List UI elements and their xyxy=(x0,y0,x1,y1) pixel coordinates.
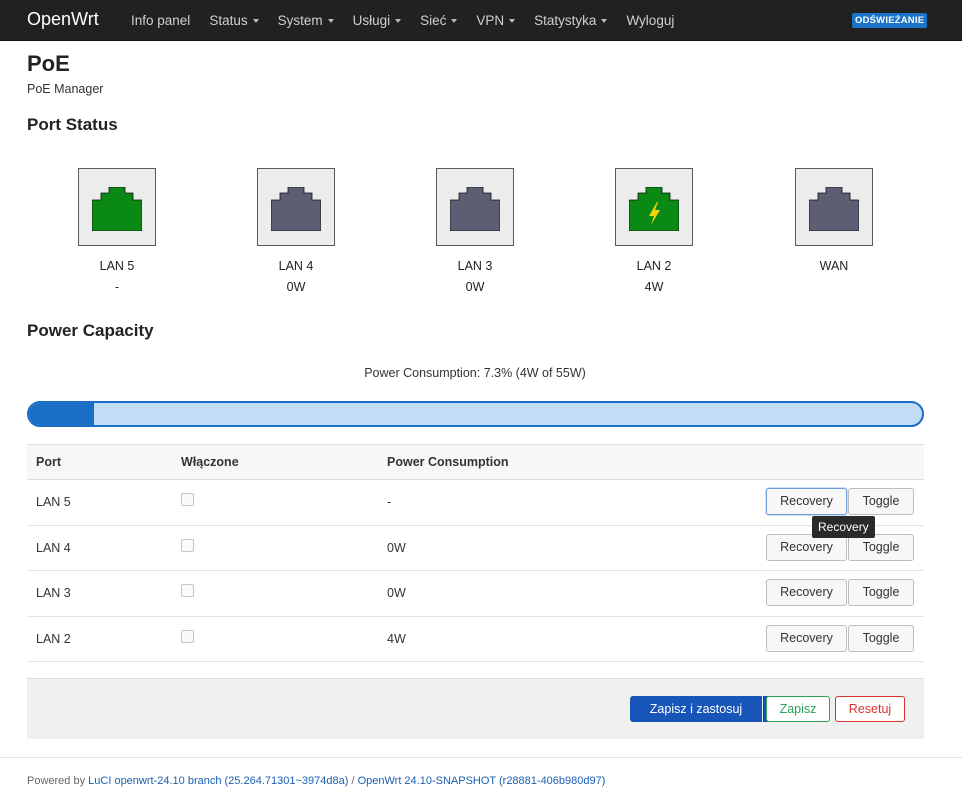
row-consumption: 0W xyxy=(387,586,406,600)
row-consumption: 0W xyxy=(387,540,406,555)
enabled-checkbox[interactable] xyxy=(181,538,194,552)
nav-logout[interactable]: Wyloguj xyxy=(626,13,674,28)
port-power: 4W xyxy=(644,280,664,294)
nav-network[interactable]: Sieć xyxy=(420,13,458,28)
power-progress-bar xyxy=(27,401,924,427)
port-name: LAN 5 xyxy=(99,259,135,273)
row-port: LAN 3 xyxy=(36,586,71,600)
ethernet-port-icon xyxy=(809,187,859,231)
power-capacity-heading: Power Capacity xyxy=(27,321,154,340)
table-row: LAN 4 0W Recovery Toggle xyxy=(27,526,924,571)
port-box xyxy=(795,168,873,246)
port-name: LAN 4 xyxy=(278,259,314,273)
port-power xyxy=(794,280,874,294)
save-apply-button[interactable]: Zapisz i zastosuj xyxy=(630,696,762,722)
page-title: PoE xyxy=(27,51,70,76)
recovery-button[interactable]: Recovery xyxy=(766,579,847,606)
port-lan3: LAN 3 0W xyxy=(435,168,515,294)
save-button[interactable]: Zapisz xyxy=(766,696,830,722)
nav-statistics[interactable]: Statystyka xyxy=(534,13,608,28)
port-lan2: LAN 2 4W xyxy=(614,168,694,294)
nav-label: Statystyka xyxy=(534,13,597,28)
nav-status[interactable]: Status xyxy=(209,13,259,28)
header-port: Port xyxy=(36,455,61,469)
luci-link[interactable]: LuCI openwrt-24.10 branch (25.264.71301~… xyxy=(88,775,348,787)
port-box xyxy=(257,168,335,246)
caret-down-icon xyxy=(395,19,402,23)
page-description: PoE Manager xyxy=(27,82,104,96)
ethernet-port-poe-icon xyxy=(629,187,679,231)
power-consumption-text: Power Consumption: 7.3% (4W of 55W) xyxy=(364,366,586,380)
port-name: LAN 3 xyxy=(457,259,493,273)
nav-info-panel[interactable]: Info panel xyxy=(131,13,190,28)
nav-services[interactable]: Usługi xyxy=(353,13,402,28)
port-box xyxy=(436,168,514,246)
caret-down-icon xyxy=(509,19,516,23)
caret-down-icon xyxy=(327,19,334,23)
openwrt-link[interactable]: OpenWrt 24.10-SNAPSHOT (r28881-406b980d9… xyxy=(358,775,606,787)
nav-label: Usługi xyxy=(352,13,391,28)
port-lan5: LAN 5 - xyxy=(77,168,157,294)
nav-label: Status xyxy=(209,13,248,28)
form-actions: Zapisz i zastosuj Zapisz Resetuj xyxy=(27,678,924,739)
caret-down-icon xyxy=(601,19,608,23)
header-enabled: Włączone xyxy=(181,455,239,469)
ethernet-port-icon xyxy=(450,187,500,231)
port-name: WAN xyxy=(819,259,849,273)
port-name: LAN 2 xyxy=(636,259,672,273)
port-wan: WAN xyxy=(794,168,874,294)
toggle-button[interactable]: Toggle xyxy=(848,579,914,606)
recovery-button[interactable]: Recovery xyxy=(766,624,847,652)
nav-label: VPN xyxy=(476,13,505,28)
port-power: - xyxy=(114,280,120,294)
enabled-checkbox[interactable] xyxy=(181,584,194,597)
caret-down-icon xyxy=(252,19,259,23)
table-row: LAN 2 4W Recovery Toggle xyxy=(27,617,924,662)
top-navbar: OpenWrt Info panel Status System Usługi … xyxy=(0,0,962,41)
toggle-button[interactable]: Toggle xyxy=(848,624,914,652)
caret-down-icon xyxy=(451,19,458,23)
recovery-tooltip: Recovery xyxy=(812,516,875,538)
port-status-heading: Port Status xyxy=(27,115,118,134)
enabled-checkbox[interactable] xyxy=(181,493,194,506)
nav-label: Info panel xyxy=(131,13,191,28)
toggle-button[interactable]: Toggle xyxy=(848,488,914,515)
row-port: LAN 2 xyxy=(36,631,71,646)
header-power-consumption: Power Consumption xyxy=(387,455,509,469)
power-progress-fill xyxy=(29,403,95,425)
ethernet-port-icon xyxy=(92,187,142,231)
port-power: 0W xyxy=(465,280,485,294)
footer-separator: / xyxy=(348,775,358,787)
brand-logo[interactable]: OpenWrt xyxy=(27,9,99,30)
nav-vpn[interactable]: VPN xyxy=(476,13,516,28)
port-lan4: LAN 4 0W xyxy=(256,168,336,294)
nav-system[interactable]: System xyxy=(278,13,334,28)
row-consumption: 4W xyxy=(387,631,406,646)
page-footer: Powered by LuCI openwrt-24.10 branch (25… xyxy=(27,775,605,787)
row-consumption: - xyxy=(387,495,392,509)
table-row: LAN 5 - Recovery Toggle xyxy=(27,480,924,526)
enabled-checkbox[interactable] xyxy=(181,629,194,643)
recovery-button[interactable]: Recovery xyxy=(766,488,847,515)
poe-ports-table: Port Włączone Power Consumption LAN 5 - … xyxy=(27,444,924,662)
footer-prefix: Powered by xyxy=(27,775,89,787)
reset-button[interactable]: Resetuj xyxy=(835,696,905,722)
row-port: LAN 4 xyxy=(36,540,71,555)
refresh-badge[interactable]: ODŚWIEŻANIE xyxy=(852,13,928,28)
footer-divider xyxy=(0,757,962,758)
row-port: LAN 5 xyxy=(36,495,71,509)
nav-label: Sieć xyxy=(420,13,447,28)
nav-label: System xyxy=(277,13,323,28)
ethernet-port-icon xyxy=(271,187,321,231)
table-row: LAN 3 0W Recovery Toggle xyxy=(27,571,924,617)
main-menu: Info panel Status System Usługi Sieć VPN… xyxy=(131,0,693,41)
port-box xyxy=(78,168,156,246)
port-box xyxy=(615,168,693,246)
port-power: 0W xyxy=(286,280,306,294)
nav-label: Wyloguj xyxy=(626,13,675,28)
table-header: Port Włączone Power Consumption xyxy=(27,444,924,480)
